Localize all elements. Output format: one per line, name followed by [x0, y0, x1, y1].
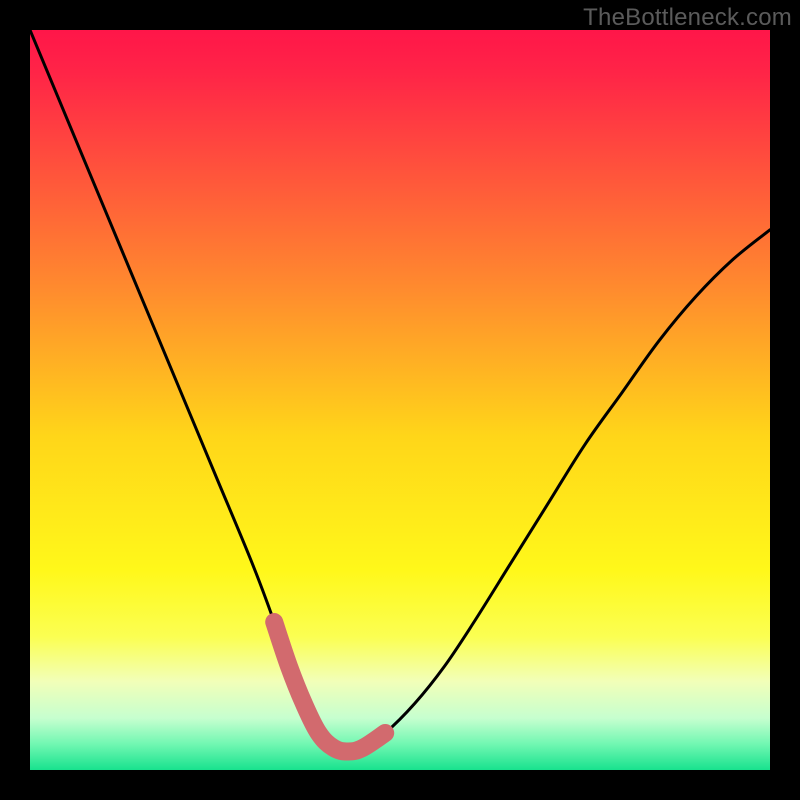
- gradient-background: [30, 30, 770, 770]
- bottleneck-chart: [30, 30, 770, 770]
- plot-area: [30, 30, 770, 770]
- chart-frame: TheBottleneck.com: [0, 0, 800, 800]
- watermark-text: TheBottleneck.com: [583, 4, 792, 32]
